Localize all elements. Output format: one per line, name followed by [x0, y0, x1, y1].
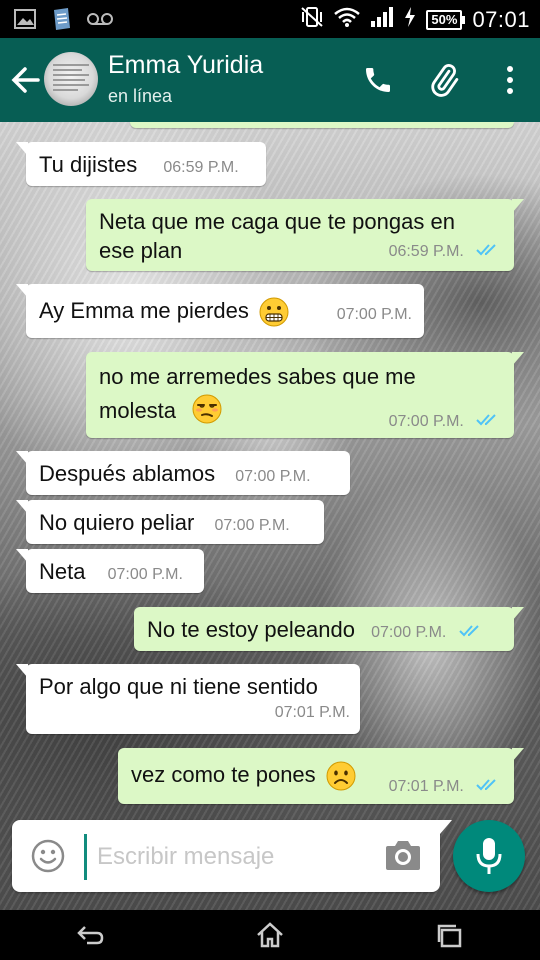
gallery-notification-icon — [14, 9, 36, 34]
contact-avatar[interactable] — [44, 52, 98, 106]
chat-header: Emma Yuridia en línea — [0, 38, 540, 122]
message-outgoing[interactable]: vez como te pones 07:01 P.M. — [118, 748, 524, 804]
message-time: 07:00 P.M. — [235, 468, 311, 485]
chat-wallpaper[interactable]: Tu dijistes 06:59 P.M. Neta que me caga … — [0, 122, 540, 910]
message-incoming[interactable]: No quiero peliar 07:00 P.M. — [16, 500, 324, 544]
contact-info[interactable]: Emma Yuridia en línea — [108, 50, 263, 108]
unamused-face-icon — [192, 394, 222, 424]
message-composer — [12, 820, 452, 892]
overflow-menu-button[interactable] — [490, 60, 530, 100]
notes-notification-icon — [50, 7, 72, 36]
message-time: 06:59 P.M. — [163, 159, 239, 176]
message-input[interactable] — [84, 834, 379, 880]
frowning-face-icon — [326, 761, 356, 791]
nav-back-button[interactable] — [60, 915, 120, 955]
message-time: 07:00 P.M. — [214, 517, 290, 534]
charging-icon — [404, 7, 416, 32]
message-time: 07:01 P.M. — [388, 778, 464, 795]
nav-recents-button[interactable] — [420, 915, 480, 955]
contact-status: en línea — [108, 86, 173, 106]
voice-record-button[interactable] — [453, 820, 525, 892]
back-button[interactable] — [6, 60, 46, 100]
status-bar: 50% 07:01 — [0, 0, 540, 38]
read-ticks-icon — [476, 779, 496, 791]
read-ticks-icon — [476, 244, 496, 256]
message-time: 07:01 P.M. — [274, 704, 350, 721]
message-incoming[interactable]: Tu dijistes 06:59 P.M. — [16, 142, 266, 186]
signal-icon — [370, 7, 394, 32]
microphone-icon — [476, 838, 502, 874]
partial-message-bubble — [130, 122, 514, 128]
message-time: 07:00 P.M. — [107, 566, 183, 583]
camera-button[interactable] — [384, 838, 422, 874]
read-ticks-icon — [458, 625, 479, 637]
grimacing-face-icon — [259, 297, 289, 327]
call-button[interactable] — [358, 60, 398, 100]
back-nav-icon — [77, 926, 104, 945]
message-text: vez como te pones — [131, 762, 316, 787]
more-vert-icon — [507, 66, 513, 94]
message-outgoing[interactable]: No te estoy peleando 07:00 P.M. — [134, 607, 524, 651]
message-incoming[interactable]: Por algo que ni tiene sentido 07:01 P.M. — [16, 664, 360, 734]
message-outgoing[interactable]: Neta que me caga que te pongas en ese pl… — [86, 199, 524, 271]
read-ticks-icon — [476, 414, 496, 426]
message-outgoing[interactable]: no me arremedes sabes que me molesta 07:… — [86, 352, 524, 438]
system-nav-bar — [0, 910, 540, 960]
message-incoming[interactable]: Ay Emma me pierdes 07:00 P.M. — [16, 284, 424, 338]
camera-icon — [386, 841, 420, 870]
message-time: 07:00 P.M. — [336, 306, 412, 323]
message-time: 06:59 P.M. — [388, 243, 464, 260]
message-text: Ay Emma me pierdes — [39, 298, 249, 323]
voicemail-icon — [86, 12, 114, 31]
message-text: No quiero peliar — [39, 510, 195, 535]
message-time: 07:00 P.M. — [371, 624, 447, 641]
attach-button[interactable] — [424, 60, 464, 100]
status-time: 07:01 — [472, 6, 530, 32]
message-text: Tu dijistes — [39, 152, 138, 177]
message-incoming[interactable]: Después ablamos 07:00 P.M. — [16, 451, 350, 495]
message-text: Neta — [39, 559, 86, 584]
battery-indicator: 50% — [426, 9, 466, 30]
nav-home-button[interactable] — [240, 915, 300, 955]
arrow-back-icon — [11, 67, 40, 93]
paperclip-icon — [431, 64, 459, 97]
message-text: No te estoy peleando — [147, 617, 355, 642]
wifi-icon — [334, 7, 361, 32]
emoji-button[interactable] — [30, 838, 66, 874]
contact-name: Emma Yuridia — [108, 51, 264, 79]
message-time: 07:00 P.M. — [388, 413, 464, 430]
smiley-icon — [31, 839, 65, 873]
message-incoming[interactable]: Neta 07:00 P.M. — [16, 549, 204, 593]
vibrate-icon — [300, 5, 324, 34]
recents-icon — [437, 924, 462, 948]
phone-icon — [366, 68, 390, 92]
message-text: Después ablamos — [39, 461, 216, 486]
home-icon — [257, 922, 283, 948]
